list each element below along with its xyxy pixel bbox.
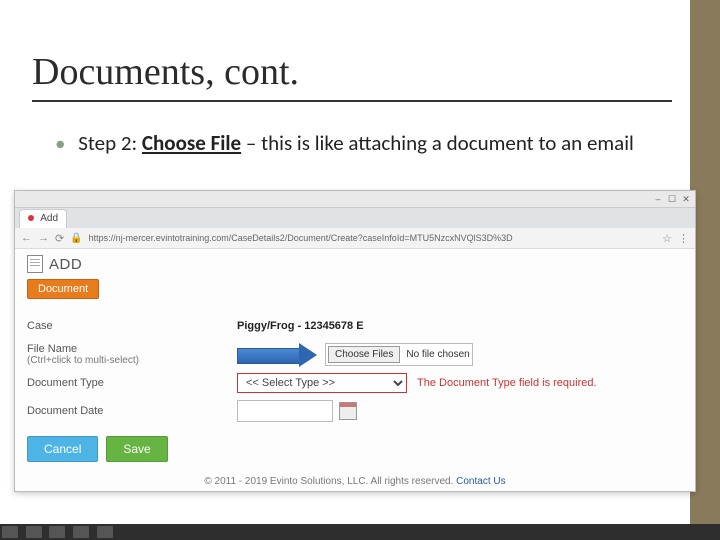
title-underline (32, 100, 672, 102)
browser-tab[interactable]: Add (19, 209, 67, 228)
doc-type-error: The Document Type field is required. (417, 377, 597, 389)
document-icon (27, 255, 43, 273)
taskbar-icon[interactable] (2, 526, 18, 538)
slide: Documents, cont. • Step 2: Choose File –… (0, 0, 720, 540)
step-prefix: Step 2: (78, 130, 142, 156)
taskbar-icon[interactable] (97, 526, 113, 538)
taskbar-icon[interactable] (49, 526, 65, 538)
footer-contact-link[interactable]: Contact Us (456, 476, 505, 487)
calendar-icon[interactable] (339, 402, 357, 420)
callout-arrow-icon (237, 345, 319, 365)
page-content: ADD Document Case Piggy/Frog - 12345678 … (15, 249, 695, 468)
page-footer: © 2011 - 2019 Evinto Solutions, LLC. All… (15, 476, 695, 487)
favicon-icon (28, 215, 34, 221)
browser-tabstrip: Add (15, 208, 695, 228)
page-header: ADD (27, 255, 683, 273)
taskbar-icon[interactable] (26, 526, 42, 538)
doc-type-select[interactable]: << Select Type >> (237, 373, 407, 393)
no-file-text: No file chosen (406, 349, 469, 360)
row-doc-type: Document Type << Select Type >> The Docu… (27, 372, 683, 394)
nav-back-button[interactable]: ← (21, 232, 32, 244)
choose-files-button[interactable]: Choose Files (328, 346, 400, 363)
page-title: ADD (49, 256, 82, 273)
taskbar-icon[interactable] (73, 526, 89, 538)
bullet-step2: • Step 2: Choose File – this is like att… (55, 130, 655, 157)
case-value: Piggy/Frog - 12345678 E (237, 320, 364, 332)
cancel-button[interactable]: Cancel (27, 436, 98, 462)
window-maximize-button[interactable]: ☐ (667, 194, 677, 204)
button-row: Cancel Save (27, 436, 683, 462)
url-field[interactable]: https://nj-mercer.evintotraining.com/Cas… (89, 233, 656, 243)
doc-date-input[interactable] (237, 400, 333, 422)
browser-menu-icon[interactable]: ⋮ (678, 232, 689, 245)
slide-title: Documents, cont. (32, 50, 299, 94)
nav-forward-button[interactable]: → (38, 232, 49, 244)
case-label: Case (27, 320, 237, 332)
filename-label: File Name (Ctrl+click to multi-select) (27, 343, 237, 366)
nav-reload-button[interactable]: ⟳ (55, 232, 64, 245)
row-case: Case Piggy/Frog - 12345678 E (27, 315, 683, 337)
bookmark-star-icon[interactable]: ☆ (662, 232, 672, 245)
step-suffix: – this is like attaching a document to a… (241, 130, 634, 156)
row-doc-date: Document Date (27, 400, 683, 422)
row-filename: File Name (Ctrl+click to multi-select) C… (27, 343, 683, 366)
filename-hint: (Ctrl+click to multi-select) (27, 355, 237, 366)
lock-icon: 🔒 (70, 233, 82, 244)
tab-title: Add (40, 213, 58, 224)
save-button[interactable]: Save (106, 436, 167, 462)
embedded-browser: – ☐ ✕ Add ← → ⟳ 🔒 https://nj-mercer.evin… (14, 190, 696, 492)
doc-type-label: Document Type (27, 377, 237, 389)
address-bar: ← → ⟳ 🔒 https://nj-mercer.evintotraining… (15, 228, 695, 249)
file-input-group[interactable]: Choose Files No file chosen (325, 343, 473, 366)
window-minimize-button[interactable]: – (653, 194, 663, 204)
filename-label-text: File Name (27, 343, 77, 355)
os-taskbar (0, 524, 720, 540)
step-action: Choose File (142, 130, 241, 156)
tab-document[interactable]: Document (27, 279, 99, 299)
window-titlebar: – ☐ ✕ (15, 191, 695, 208)
footer-copyright: © 2011 - 2019 Evinto Solutions, LLC. All… (204, 476, 453, 487)
bullet-dot-icon: • (55, 130, 65, 156)
window-close-button[interactable]: ✕ (681, 194, 691, 204)
doc-date-label: Document Date (27, 405, 237, 417)
